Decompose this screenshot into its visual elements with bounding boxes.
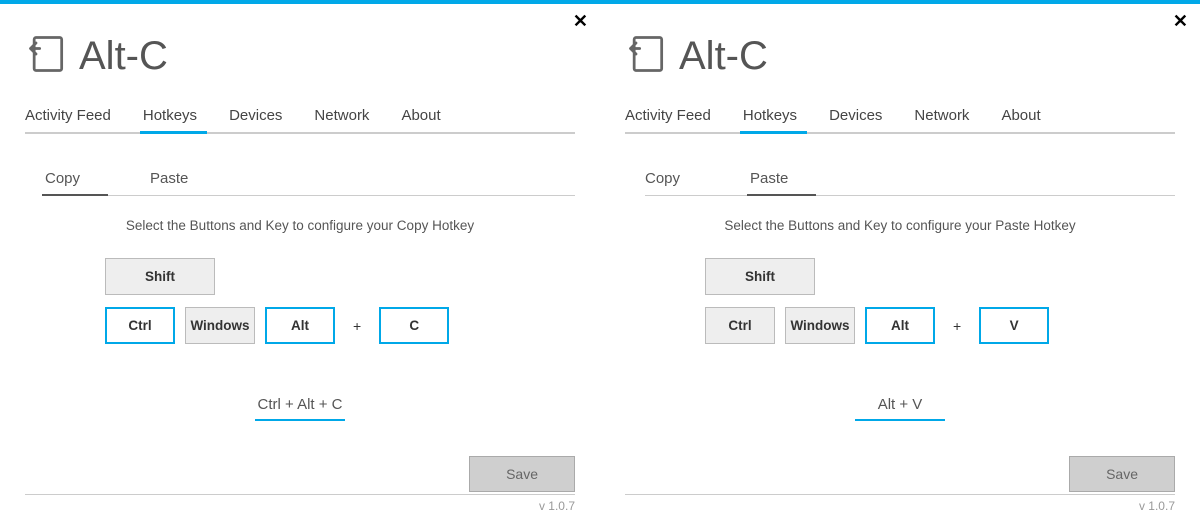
main-tabs: Activity Feed Hotkeys Devices Network Ab…	[25, 101, 575, 134]
result-row: Alt + V	[625, 396, 1175, 421]
save-button[interactable]: Save	[1069, 456, 1175, 492]
app-logo-icon	[25, 32, 69, 81]
key-ctrl[interactable]: Ctrl	[105, 307, 175, 344]
subtab-copy[interactable]: Copy	[45, 164, 120, 195]
key-alt[interactable]: Alt	[265, 307, 335, 344]
version-footer: v 1.0.7	[25, 494, 575, 513]
version-footer: v 1.0.7	[625, 494, 1175, 513]
tab-hotkeys[interactable]: Hotkeys	[143, 101, 217, 132]
tab-network[interactable]: Network	[914, 101, 989, 132]
key-selector: Shift Ctrl Windows Alt + V	[705, 258, 1175, 356]
key-ctrl[interactable]: Ctrl	[705, 307, 775, 344]
hotkey-result: Ctrl + Alt + C	[255, 396, 345, 421]
plus-separator: +	[945, 318, 969, 334]
tab-devices[interactable]: Devices	[829, 101, 902, 132]
app-logo-icon	[625, 32, 669, 81]
window-paste: ✕ Alt-C Activity Feed Hotkeys Devices Ne…	[600, 4, 1200, 523]
tab-devices[interactable]: Devices	[229, 101, 302, 132]
sub-tabs: Copy Paste	[645, 164, 1175, 196]
key-windows[interactable]: Windows	[185, 307, 255, 344]
hotkey-result: Alt + V	[855, 396, 945, 421]
tab-hotkeys[interactable]: Hotkeys	[743, 101, 817, 132]
tab-activity-feed[interactable]: Activity Feed	[25, 101, 131, 132]
subtab-paste[interactable]: Paste	[150, 164, 228, 195]
key-letter[interactable]: V	[979, 307, 1049, 344]
instruction-text: Select the Buttons and Key to configure …	[25, 218, 575, 233]
key-shift[interactable]: Shift	[105, 258, 215, 295]
subtab-copy[interactable]: Copy	[645, 164, 720, 195]
app-title: Alt-C	[79, 34, 168, 79]
close-button[interactable]: ✕	[573, 12, 588, 30]
app-header: Alt-C	[625, 32, 1175, 81]
window-copy: ✕ Alt-C Activity Feed Hotkeys Devices Ne…	[0, 4, 600, 523]
main-tabs: Activity Feed Hotkeys Devices Network Ab…	[625, 101, 1175, 134]
close-icon: ✕	[573, 11, 588, 31]
windows-container: ✕ Alt-C Activity Feed Hotkeys Devices Ne…	[0, 4, 1200, 523]
key-selector: Shift Ctrl Windows Alt + C	[105, 258, 575, 356]
tab-about[interactable]: About	[401, 101, 460, 132]
tab-network[interactable]: Network	[314, 101, 389, 132]
instruction-text: Select the Buttons and Key to configure …	[625, 218, 1175, 233]
save-button[interactable]: Save	[469, 456, 575, 492]
app-header: Alt-C	[25, 32, 575, 81]
sub-tabs: Copy Paste	[45, 164, 575, 196]
key-windows[interactable]: Windows	[785, 307, 855, 344]
tab-activity-feed[interactable]: Activity Feed	[625, 101, 731, 132]
key-shift[interactable]: Shift	[705, 258, 815, 295]
close-icon: ✕	[1173, 11, 1188, 31]
subtab-paste[interactable]: Paste	[750, 164, 828, 195]
app-title: Alt-C	[679, 34, 768, 79]
result-row: Ctrl + Alt + C	[25, 396, 575, 421]
key-alt[interactable]: Alt	[865, 307, 935, 344]
key-letter[interactable]: C	[379, 307, 449, 344]
close-button[interactable]: ✕	[1173, 12, 1188, 30]
tab-about[interactable]: About	[1001, 101, 1060, 132]
plus-separator: +	[345, 318, 369, 334]
